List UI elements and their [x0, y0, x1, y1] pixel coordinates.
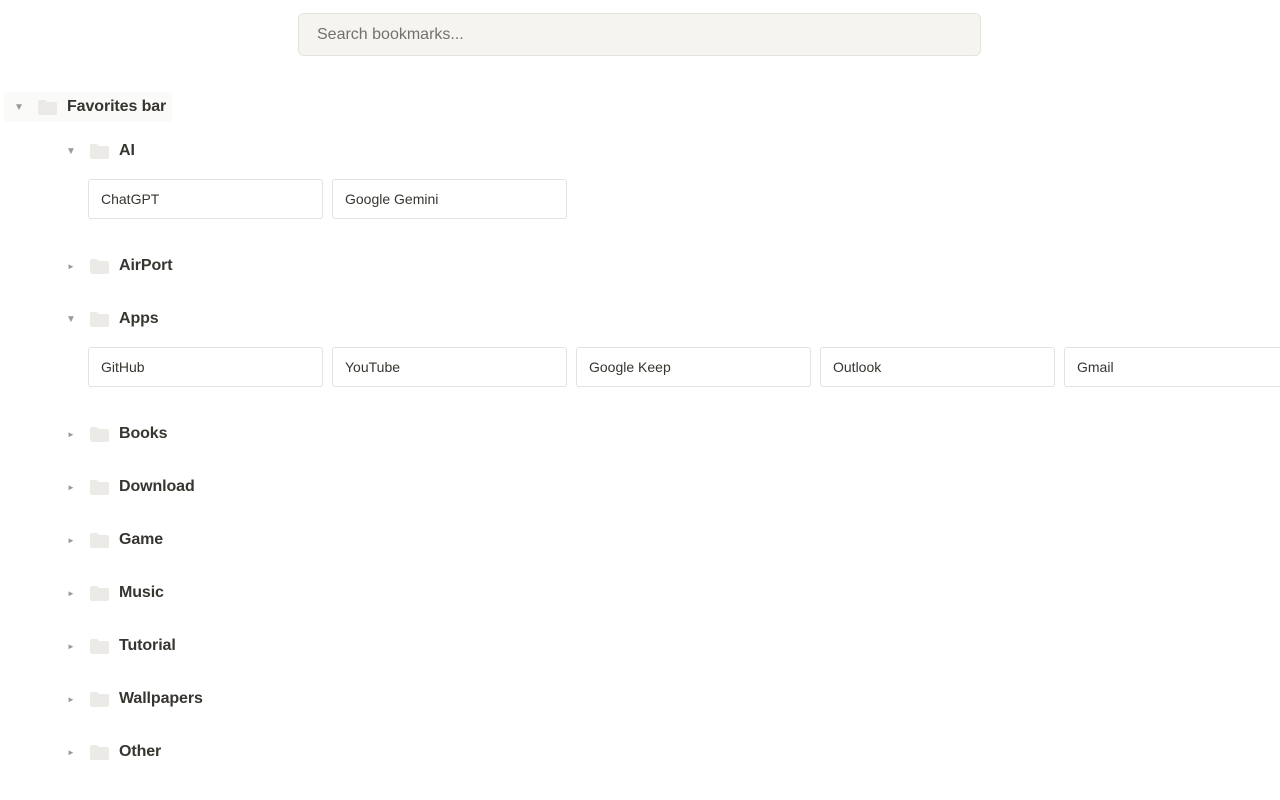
folder-label: Music — [119, 584, 164, 601]
bookmark-list: ChatGPT Google Gemini — [88, 179, 567, 219]
expand-toggle-icon[interactable]: ► — [66, 695, 76, 704]
folder-icon — [90, 143, 109, 159]
folder-game[interactable]: ► Game — [66, 525, 163, 555]
folder-icon — [90, 585, 109, 601]
expand-toggle-icon[interactable]: ► — [66, 430, 76, 439]
bookmark-card[interactable]: Gmail — [1064, 347, 1280, 387]
folder-other[interactable]: ► Other — [66, 737, 161, 767]
folder-icon — [90, 258, 109, 274]
folder-label: Download — [119, 478, 195, 495]
folder-label: Wallpapers — [119, 690, 203, 707]
expand-toggle-icon[interactable]: ► — [66, 589, 76, 598]
folder-label: AI — [119, 142, 135, 159]
folder-favorites-bar[interactable]: ▼ Favorites bar — [4, 92, 173, 122]
folder-icon — [90, 479, 109, 495]
bookmark-card[interactable]: YouTube — [332, 347, 567, 387]
folder-icon — [90, 744, 109, 760]
collapse-toggle-icon[interactable]: ▼ — [66, 314, 76, 325]
folder-icon — [90, 638, 109, 654]
folder-icon — [38, 99, 57, 115]
expand-toggle-icon[interactable]: ► — [66, 536, 76, 545]
folder-download[interactable]: ► Download — [66, 472, 195, 502]
folder-airport[interactable]: ► AirPort — [66, 251, 173, 281]
bookmark-card[interactable]: GitHub — [88, 347, 323, 387]
bookmark-card[interactable]: ChatGPT — [88, 179, 323, 219]
expand-toggle-icon[interactable]: ▼ — [14, 102, 24, 113]
bookmark-card[interactable]: Outlook — [820, 347, 1055, 387]
folder-label: Game — [119, 531, 164, 548]
folder-apps[interactable]: ▼ Apps — [66, 304, 159, 334]
folder-label: Books — [119, 425, 168, 442]
folder-tutorial[interactable]: ► Tutorial — [66, 631, 176, 661]
collapse-toggle-icon[interactable]: ▼ — [66, 146, 76, 157]
folder-books[interactable]: ► Books — [66, 419, 167, 449]
folder-icon — [90, 426, 109, 442]
folder-label: Favorites bar — [67, 98, 167, 115]
folder-label: AirPort — [119, 257, 173, 274]
folder-label: Other — [119, 743, 162, 760]
folder-music[interactable]: ► Music — [66, 578, 164, 608]
expand-toggle-icon[interactable]: ► — [66, 262, 76, 271]
folder-icon — [90, 532, 109, 548]
expand-toggle-icon[interactable]: ► — [66, 483, 76, 492]
bookmark-list: GitHub YouTube Google Keep Outlook Gmail — [88, 347, 1280, 387]
bookmark-card[interactable]: Google Keep — [576, 347, 811, 387]
search-bar — [298, 13, 981, 56]
bookmark-card[interactable]: Google Gemini — [332, 179, 567, 219]
folder-wallpapers[interactable]: ► Wallpapers — [66, 684, 203, 714]
folder-label: Apps — [119, 310, 159, 327]
expand-toggle-icon[interactable]: ► — [66, 748, 76, 757]
folder-ai[interactable]: ▼ AI — [66, 136, 135, 166]
search-input[interactable] — [298, 13, 981, 56]
folder-icon — [90, 691, 109, 707]
folder-label: Tutorial — [119, 637, 176, 654]
expand-toggle-icon[interactable]: ► — [66, 642, 76, 651]
folder-icon — [90, 311, 109, 327]
